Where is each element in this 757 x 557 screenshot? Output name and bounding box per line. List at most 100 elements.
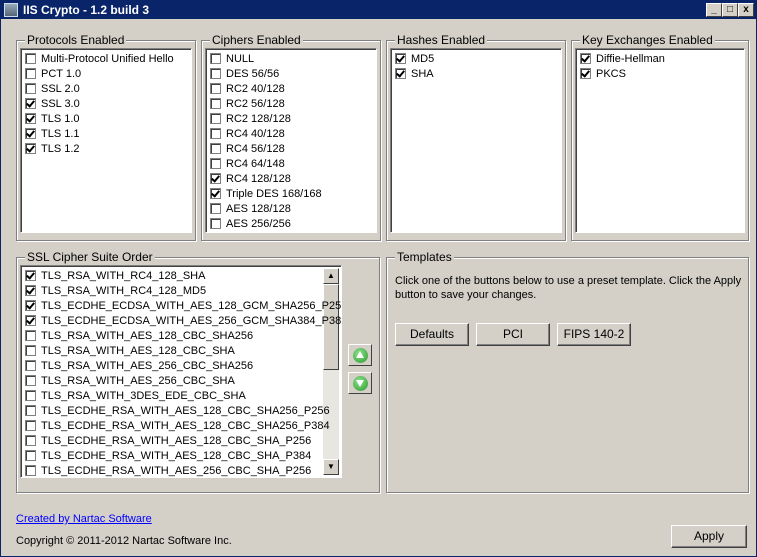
checkbox[interactable] — [210, 158, 221, 169]
cipher-suite-item-label: TLS_ECDHE_RSA_WITH_AES_128_CBC_SHA256_P3… — [41, 420, 330, 432]
checkbox[interactable] — [25, 128, 36, 139]
cipher-suite-item[interactable]: TLS_RSA_WITH_AES_128_CBC_SHA — [25, 344, 235, 359]
cipher-suite-item[interactable]: TLS_RSA_WITH_AES_256_CBC_SHA256 — [25, 359, 253, 374]
cipher-item[interactable]: DES 56/56 — [210, 67, 279, 82]
checkbox[interactable] — [25, 360, 36, 371]
checkbox[interactable] — [25, 113, 36, 124]
checkbox[interactable] — [210, 68, 221, 79]
protocol-item[interactable]: TLS 1.1 — [25, 127, 80, 142]
app-icon — [4, 3, 18, 17]
protocol-item[interactable]: TLS 1.2 — [25, 142, 80, 157]
checkbox[interactable] — [25, 450, 36, 461]
cipher-suite-item-label: TLS_ECDHE_ECDSA_WITH_AES_256_GCM_SHA384_… — [41, 315, 342, 327]
key-exchange-item[interactable]: PKCS — [580, 67, 626, 82]
checkbox[interactable] — [395, 68, 406, 79]
cipher-suite-item[interactable]: TLS_RSA_WITH_AES_256_CBC_SHA — [25, 374, 235, 389]
cipher-suite-item[interactable]: TLS_ECDHE_RSA_WITH_AES_128_CBC_SHA_P384 — [25, 449, 311, 464]
cipher-item[interactable]: RC2 56/128 — [210, 97, 285, 112]
checkbox[interactable] — [210, 218, 221, 229]
checkbox[interactable] — [210, 128, 221, 139]
checkbox[interactable] — [25, 345, 36, 356]
checkbox[interactable] — [210, 98, 221, 109]
hashes-label: Hashes Enabled — [395, 33, 488, 47]
checkbox[interactable] — [25, 375, 36, 386]
cipher-suite-item[interactable]: TLS_ECDHE_RSA_WITH_AES_128_CBC_SHA_P256 — [25, 434, 311, 449]
checkbox[interactable] — [25, 98, 36, 109]
protocol-item-label: SSL 2.0 — [41, 83, 80, 95]
cipher-item[interactable]: Triple DES 168/168 — [210, 187, 322, 202]
cipher-suite-item[interactable]: TLS_ECDHE_RSA_WITH_AES_128_CBC_SHA256_P3… — [25, 419, 330, 434]
cipher-suite-item-label: TLS_ECDHE_RSA_WITH_AES_128_CBC_SHA256_P2… — [41, 405, 330, 417]
checkbox[interactable] — [210, 113, 221, 124]
cipher-suite-item[interactable]: TLS_RSA_WITH_3DES_EDE_CBC_SHA — [25, 389, 246, 404]
cipher-item[interactable]: RC4 64/148 — [210, 157, 285, 172]
hash-item[interactable]: MD5 — [395, 52, 434, 67]
protocol-item[interactable]: Multi-Protocol Unified Hello — [25, 52, 174, 67]
cipher-item[interactable]: RC2 128/128 — [210, 112, 291, 127]
ciphers-list: NULL DES 56/56 RC2 40/128 RC2 56/128 RC2 128… — [205, 48, 377, 233]
defaults-button[interactable]: Defaults — [395, 323, 469, 346]
scroll-up-button[interactable]: ▲ — [323, 268, 339, 284]
checkbox[interactable] — [210, 173, 221, 184]
checkbox[interactable] — [210, 203, 221, 214]
checkbox[interactable] — [25, 420, 36, 431]
checkbox[interactable] — [25, 330, 36, 341]
cipher-suite-item[interactable]: TLS_ECDHE_ECDSA_WITH_AES_256_GCM_SHA384_… — [25, 314, 342, 329]
checkbox[interactable] — [395, 53, 406, 64]
checkbox[interactable] — [210, 83, 221, 94]
maximize-button[interactable]: □ — [722, 3, 738, 17]
checkbox[interactable] — [25, 300, 36, 311]
title-bar[interactable]: IIS Crypto - 1.2 build 3 _ □ x — [1, 1, 756, 19]
apply-button[interactable]: Apply — [671, 525, 747, 548]
cipher-item[interactable]: RC4 56/128 — [210, 142, 285, 157]
checkbox[interactable] — [580, 53, 591, 64]
protocol-item[interactable]: PCT 1.0 — [25, 67, 81, 82]
protocol-item[interactable]: TLS 1.0 — [25, 112, 80, 127]
cipher-item[interactable]: RC4 128/128 — [210, 172, 291, 187]
checkbox[interactable] — [210, 188, 221, 199]
cipher-suite-item[interactable]: TLS_ECDHE_RSA_WITH_AES_256_CBC_SHA_P256 — [25, 464, 312, 477]
cipher-suite-label: SSL Cipher Suite Order — [25, 250, 155, 264]
cipher-item[interactable]: NULL — [210, 52, 254, 67]
move-down-button[interactable] — [348, 372, 372, 394]
checkbox[interactable] — [25, 390, 36, 401]
checkbox[interactable] — [210, 53, 221, 64]
cipher-suite-item[interactable]: TLS_RSA_WITH_RC4_128_MD5 — [25, 284, 206, 299]
checkbox[interactable] — [25, 435, 36, 446]
checkbox[interactable] — [25, 53, 36, 64]
cipher-item[interactable]: RC2 40/128 — [210, 82, 285, 97]
cipher-suite-item[interactable]: TLS_RSA_WITH_AES_128_CBC_SHA256 — [25, 329, 253, 344]
key-exchange-item[interactable]: Diffie-Hellman — [580, 52, 665, 67]
scroll-down-button[interactable]: ▼ — [323, 459, 339, 475]
checkbox[interactable] — [25, 68, 36, 79]
cipher-suite-item-label: TLS_RSA_WITH_AES_128_CBC_SHA — [41, 345, 235, 357]
cipher-suite-list[interactable]: ▲ ▼ TLS_RSA_WITH_RC4_128_SHA TLS_RSA_WITH… — [20, 265, 342, 478]
checkbox[interactable] — [25, 285, 36, 296]
cipher-item-label: RC2 56/128 — [226, 98, 285, 110]
close-button[interactable]: x — [738, 3, 754, 17]
cipher-suite-item[interactable]: TLS_ECDHE_RSA_WITH_AES_128_CBC_SHA256_P2… — [25, 404, 330, 419]
pci-button[interactable]: PCI — [476, 323, 550, 346]
nartac-link[interactable]: Created by Nartac Software — [16, 513, 152, 525]
cipher-item[interactable]: AES 128/128 — [210, 202, 291, 217]
cipher-item[interactable]: AES 256/256 — [210, 217, 291, 232]
checkbox[interactable] — [25, 83, 36, 94]
checkbox[interactable] — [25, 315, 36, 326]
move-up-button[interactable] — [348, 344, 372, 366]
hash-item[interactable]: SHA — [395, 67, 434, 82]
fips-button[interactable]: FIPS 140-2 — [557, 323, 631, 346]
checkbox[interactable] — [210, 143, 221, 154]
cipher-suite-item[interactable]: TLS_ECDHE_ECDSA_WITH_AES_128_GCM_SHA256_… — [25, 299, 341, 314]
cipher-suite-item-label: TLS_ECDHE_RSA_WITH_AES_256_CBC_SHA_P256 — [41, 465, 312, 477]
checkbox[interactable] — [25, 405, 36, 416]
protocol-item-label: TLS 1.0 — [41, 113, 80, 125]
cipher-item[interactable]: RC4 40/128 — [210, 127, 285, 142]
checkbox[interactable] — [25, 143, 36, 154]
protocol-item[interactable]: SSL 2.0 — [25, 82, 80, 97]
protocol-item[interactable]: SSL 3.0 — [25, 97, 80, 112]
checkbox[interactable] — [580, 68, 591, 79]
checkbox[interactable] — [25, 465, 36, 476]
checkbox[interactable] — [25, 270, 36, 281]
cipher-suite-item[interactable]: TLS_RSA_WITH_RC4_128_SHA — [25, 269, 205, 284]
minimize-button[interactable]: _ — [706, 3, 722, 17]
